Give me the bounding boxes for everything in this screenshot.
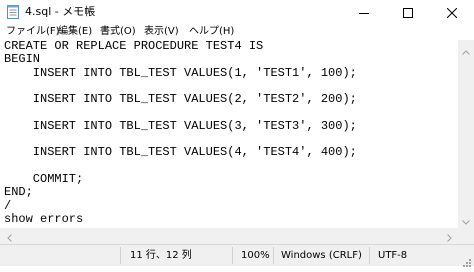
close-button[interactable] (430, 0, 474, 24)
menu-format[interactable]: 書式(O) (100, 25, 136, 39)
title-bar[interactable]: 4.sql - メモ帳 (0, 0, 474, 24)
code-line: INSERT INTO TBL_TEST VALUES(3, 'TEST3', … (4, 118, 357, 133)
minimize-button[interactable] (342, 0, 386, 24)
cursor-position: 11 行、12 列 (130, 250, 192, 261)
code-line: COMMIT; (4, 171, 84, 186)
menu-view[interactable]: 表示(V) (144, 25, 179, 39)
maximize-icon (403, 3, 413, 22)
window-title: 4.sql - メモ帳 (25, 5, 96, 18)
chevron-up-icon (462, 40, 470, 59)
horizontal-scrollbar[interactable] (0, 228, 458, 244)
text-editor[interactable]: CREATE OR REPLACE PROCEDURE TEST4 IS BEG… (0, 40, 458, 228)
status-divider (120, 247, 121, 264)
scroll-up-button[interactable] (458, 42, 474, 56)
code-line: / (4, 198, 12, 213)
code-line: INSERT INTO TBL_TEST VALUES(4, 'TEST4', … (4, 145, 357, 160)
code-line: END; (4, 185, 33, 200)
resize-grip-icon[interactable] (460, 253, 472, 267)
minimize-icon (359, 3, 369, 22)
menu-help[interactable]: ヘルプ(H) (189, 25, 234, 39)
code-line: show errors (4, 211, 84, 226)
notepad-window: 4.sql - メモ帳 ファイル(F) 編集(E) 書式(O) 表示(V) ヘル… (0, 0, 474, 267)
chevron-left-icon (6, 227, 12, 246)
menu-file[interactable]: ファイル(F) (6, 25, 60, 39)
close-icon (446, 3, 458, 22)
code-line: INSERT INTO TBL_TEST VALUES(1, 'TEST1', … (4, 65, 357, 80)
menu-bar: ファイル(F) 編集(E) 書式(O) 表示(V) ヘルプ(H) (0, 24, 474, 40)
text-encoding: UTF-8 (378, 250, 408, 261)
zoom-level: 100% (241, 250, 270, 261)
status-divider (369, 247, 370, 264)
scroll-right-button[interactable] (442, 228, 456, 244)
code-line: CREATE OR REPLACE PROCEDURE TEST4 IS (4, 40, 264, 53)
scroll-left-button[interactable] (2, 228, 16, 244)
status-divider (232, 247, 233, 264)
scroll-down-button[interactable] (458, 212, 474, 226)
vertical-scrollbar[interactable] (458, 40, 474, 228)
chevron-right-icon (446, 227, 452, 246)
maximize-button[interactable] (386, 0, 430, 24)
code-line: INSERT INTO TBL_TEST VALUES(2, 'TEST2', … (4, 92, 357, 107)
menu-edit[interactable]: 編集(E) (58, 25, 92, 39)
status-bar: 11 行、12 列 100% Windows (CRLF) UTF-8 (0, 244, 474, 267)
notepad-icon (7, 4, 19, 19)
editor-content: CREATE OR REPLACE PROCEDURE TEST4 IS BEG… (4, 40, 357, 226)
code-line: BEGIN (4, 52, 41, 67)
chevron-down-icon (462, 210, 470, 229)
status-divider (273, 247, 274, 264)
line-ending: Windows (CRLF) (281, 250, 362, 261)
scrollbar-corner (458, 228, 474, 244)
